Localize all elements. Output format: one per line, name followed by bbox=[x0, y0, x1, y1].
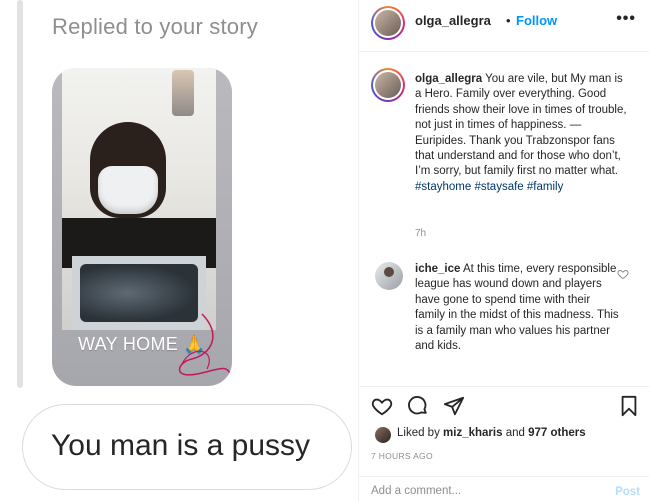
reply-message-bubble: You man is a pussy bbox=[22, 404, 352, 490]
face-mask bbox=[98, 166, 158, 214]
more-options-icon[interactable]: ••• bbox=[616, 10, 636, 28]
hashtag-link[interactable]: #stayhome bbox=[415, 181, 471, 193]
video-call-pip bbox=[172, 70, 194, 116]
story-thumbnail[interactable]: WAY HOME 🙏 bbox=[52, 68, 232, 386]
likes-summary: Liked by miz_kharis and 977 others bbox=[397, 427, 586, 439]
liker-avatar[interactable] bbox=[375, 427, 391, 443]
add-comment-bar: Post bbox=[359, 476, 649, 501]
author-username-link[interactable]: olga_allegra bbox=[415, 13, 491, 28]
hashtag-link[interactable]: #family bbox=[527, 181, 563, 193]
comment-text: At this time, every responsible league h… bbox=[415, 263, 619, 353]
post-timestamp[interactable]: 7 HOURS AGO bbox=[371, 451, 433, 461]
commenter-avatar[interactable] bbox=[375, 262, 403, 290]
hashtag-link[interactable]: #staysafe bbox=[474, 181, 523, 193]
share-icon[interactable] bbox=[443, 395, 465, 417]
post-caption: olga_allegra You are vile, but My man is… bbox=[415, 72, 629, 195]
liker-username-link[interactable]: miz_kharis bbox=[443, 427, 502, 439]
post-header: olga_allegra • Follow ••• bbox=[359, 0, 649, 52]
caption-username-link[interactable]: olga_allegra bbox=[415, 73, 482, 85]
story-reply-panel: Replied to your story WAY HOME 🙏 You man… bbox=[0, 0, 358, 501]
commenter-username-link[interactable]: iche_ice bbox=[415, 263, 460, 275]
comment-icon[interactable] bbox=[407, 395, 429, 417]
likes-others-link[interactable]: 977 others bbox=[528, 427, 586, 439]
caption-author-avatar[interactable] bbox=[371, 68, 405, 102]
bookmark-icon[interactable] bbox=[618, 395, 640, 417]
heart-scribble-icon bbox=[178, 313, 231, 376]
caption-time[interactable]: 7h bbox=[415, 228, 426, 239]
likes-prefix: Liked by bbox=[397, 427, 440, 439]
reply-message-text: You man is a pussy bbox=[51, 429, 311, 462]
story-video-frame bbox=[62, 68, 216, 330]
follow-button[interactable]: Follow bbox=[516, 13, 557, 28]
comment-item: iche_ice At this time, every responsible… bbox=[415, 262, 621, 354]
reply-quote-bar bbox=[17, 0, 23, 388]
add-comment-input[interactable] bbox=[371, 485, 591, 497]
heart-icon[interactable] bbox=[371, 395, 393, 417]
caption-text: You are vile, but My man is a Hero. Fami… bbox=[415, 73, 627, 178]
author-avatar[interactable] bbox=[371, 6, 405, 40]
replied-to-story-heading: Replied to your story bbox=[52, 14, 258, 39]
header-separator: • bbox=[506, 13, 511, 28]
post-comment-button[interactable]: Post bbox=[615, 486, 640, 498]
likes-joiner: and bbox=[505, 427, 525, 439]
post-panel: olga_allegra • Follow ••• olga_allegra Y… bbox=[358, 0, 649, 501]
comment-like-heart-icon[interactable] bbox=[617, 268, 629, 280]
